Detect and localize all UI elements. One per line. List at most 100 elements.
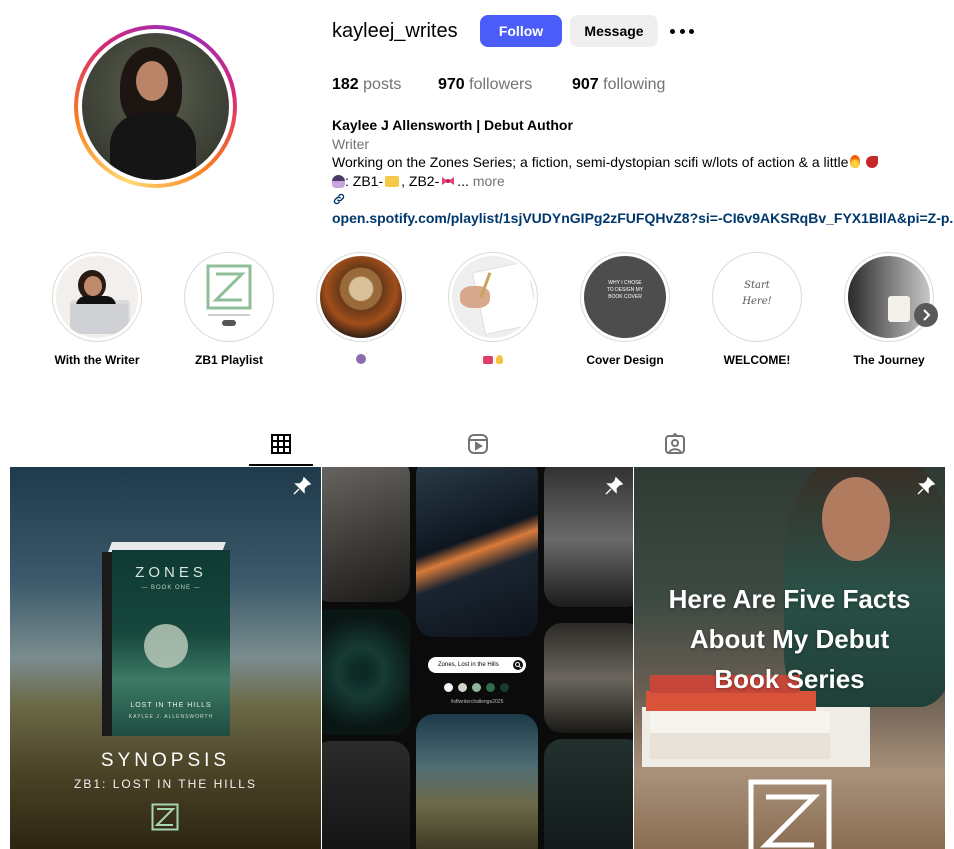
person-face: [822, 477, 890, 561]
ribbon-icon: [442, 176, 455, 185]
bio-line-1-text: Working on the Zones Series; a fiction, …: [332, 154, 849, 170]
collage-tunnel: [322, 609, 410, 735]
folder-icon: [385, 175, 400, 187]
highlight-label: Cover Design: [586, 353, 664, 367]
grid-icon: [271, 434, 291, 454]
followers-label: followers: [469, 76, 533, 93]
highlight-label: With the Writer: [54, 353, 140, 367]
profile-avatar[interactable]: [74, 25, 237, 188]
woman-emoji-icon: [332, 174, 345, 188]
color-swatch: [500, 683, 509, 692]
collage-search-bar: Zones, Lost in the Hills: [428, 657, 526, 673]
post-aesthetic-collage[interactable]: Zones, Lost in the Hills #sffwriterchall…: [322, 467, 633, 849]
highlight-writing[interactable]: [448, 252, 538, 367]
post-synopsis[interactable]: ZONES — BOOK ONE — LOST IN THE HILLS KAY…: [10, 467, 321, 849]
reels-icon: [468, 434, 488, 454]
highlight-ring: WHY I CHOSE TO DESIGN MY BOOK COVER: [580, 252, 670, 342]
chevron-right-icon: [923, 309, 931, 321]
avatar-border: [78, 29, 233, 184]
collage-dark: [544, 739, 633, 849]
pin-icon: [605, 476, 624, 495]
fire-icon: [850, 155, 861, 168]
highlight-label: WELCOME!: [723, 353, 791, 367]
avatar-photo: [82, 33, 229, 180]
posts-grid-tab[interactable]: [269, 432, 293, 456]
bio-more-link[interactable]: more: [473, 173, 505, 189]
collage-stairs: [544, 623, 633, 733]
color-swatch: [444, 683, 453, 692]
message-button[interactable]: Message: [570, 15, 658, 47]
post-text-line-1: Here Are Five Facts: [668, 584, 911, 614]
color-swatch: [458, 683, 467, 692]
bio-line-2-b: , ZB2-: [401, 172, 440, 189]
tagged-tab[interactable]: [663, 432, 687, 456]
briefcase-icon: [482, 356, 493, 364]
book-lost-text: LOST IN THE HILLS: [130, 702, 212, 709]
active-tab-indicator: [249, 464, 313, 466]
collage-search-text: Zones, Lost in the Hills: [438, 662, 499, 668]
highlight-cover: [56, 256, 138, 338]
highlight-cover: [320, 256, 402, 338]
reels-tab[interactable]: [466, 432, 490, 456]
bio-external-link[interactable]: open.spotify.com/playlist/1sjVUDYnGIPg2z…: [332, 210, 954, 226]
highlight-ring: [52, 252, 142, 342]
highlight-label: [428, 353, 558, 367]
highlight-cover: [452, 256, 534, 338]
posts-stat: 182 posts: [332, 76, 401, 94]
following-stat[interactable]: 907 following: [572, 76, 665, 94]
highlight-label: The Journey: [853, 353, 925, 367]
purple-face-icon: [356, 354, 366, 364]
highlight-ring: [844, 252, 934, 342]
profile-username: kayleej_writes: [332, 20, 458, 42]
highlight-ring: [184, 252, 274, 342]
collage-punching-bag: [322, 741, 410, 849]
highlight-with-the-writer[interactable]: With the Writer: [52, 252, 142, 367]
bio-line-2: : ZB1- , ZB2-... more: [332, 172, 942, 191]
highlight-cover: [188, 256, 270, 338]
highlight-ring: [316, 252, 406, 342]
highlight-cover: [848, 256, 930, 338]
color-swatch: [472, 683, 481, 692]
color-swatch: [486, 683, 495, 692]
post-subheading: ZB1: LOST IN THE HILLS: [74, 777, 257, 791]
following-count: 907: [572, 76, 599, 93]
highlight-label: ZB1 Playlist: [194, 353, 264, 367]
book-title: ZONES: [135, 564, 207, 581]
highlight-welcome[interactable]: Start Here! WELCOME!: [712, 252, 802, 367]
highlight-ring: Start Here!: [712, 252, 802, 342]
post-heading: SYNOPSIS: [100, 750, 231, 771]
followers-count: 970: [438, 76, 465, 93]
highlight-cover-text: Start Here!: [742, 280, 772, 307]
posts-label: posts: [363, 76, 402, 93]
highlight-cover-design[interactable]: WHY I CHOSE TO DESIGN MY BOOK COVER Cove…: [580, 252, 670, 367]
highlight-zb1-playlist[interactable]: ZB1 Playlist: [184, 252, 274, 367]
tagged-icon: [665, 432, 685, 454]
more-options-icon[interactable]: [670, 22, 694, 40]
followers-stat[interactable]: 970 followers: [438, 76, 532, 94]
post-text-block: Here Are Five Facts About My Debut Book …: [634, 579, 945, 699]
highlights-next-button[interactable]: [914, 303, 938, 327]
search-icon: [513, 660, 523, 670]
highlight-cover-text: WHY I CHOSE TO DESIGN MY BOOK COVER: [606, 280, 644, 300]
bio-line-2-ellipsis: ...: [457, 172, 469, 189]
highlight-cover: WHY I CHOSE TO DESIGN MY BOOK COVER: [584, 256, 666, 338]
follow-button[interactable]: Follow: [480, 15, 562, 47]
chili-pepper-icon: [866, 156, 879, 168]
pin-icon: [917, 476, 936, 495]
lightbulb-icon: [496, 355, 504, 364]
following-label: following: [603, 76, 666, 93]
bio-name: Kaylee J Allensworth | Debut Author: [332, 117, 573, 133]
bio-line-1: Working on the Zones Series; a fiction, …: [332, 153, 942, 172]
z-logo-icon: [151, 803, 179, 831]
bio-link-row[interactable]: open.spotify.com/playlist/1sjVUDYnGIPg2z…: [332, 190, 954, 227]
post-five-facts[interactable]: Here Are Five Facts About My Debut Book …: [634, 467, 945, 849]
highlight-coffee[interactable]: [316, 252, 406, 367]
post-text-line-2: About My Debut: [689, 624, 890, 654]
pin-icon: [293, 476, 312, 495]
z-logo-icon: [748, 779, 832, 849]
bio-category: Writer: [332, 135, 370, 152]
book-author: KAYLEE J. ALLENSWORTH: [128, 714, 214, 720]
collage-hills: [416, 714, 538, 849]
profile-bio: Kaylee J Allensworth | Debut Author Writ…: [332, 116, 954, 227]
posts-count: 182: [332, 76, 359, 93]
